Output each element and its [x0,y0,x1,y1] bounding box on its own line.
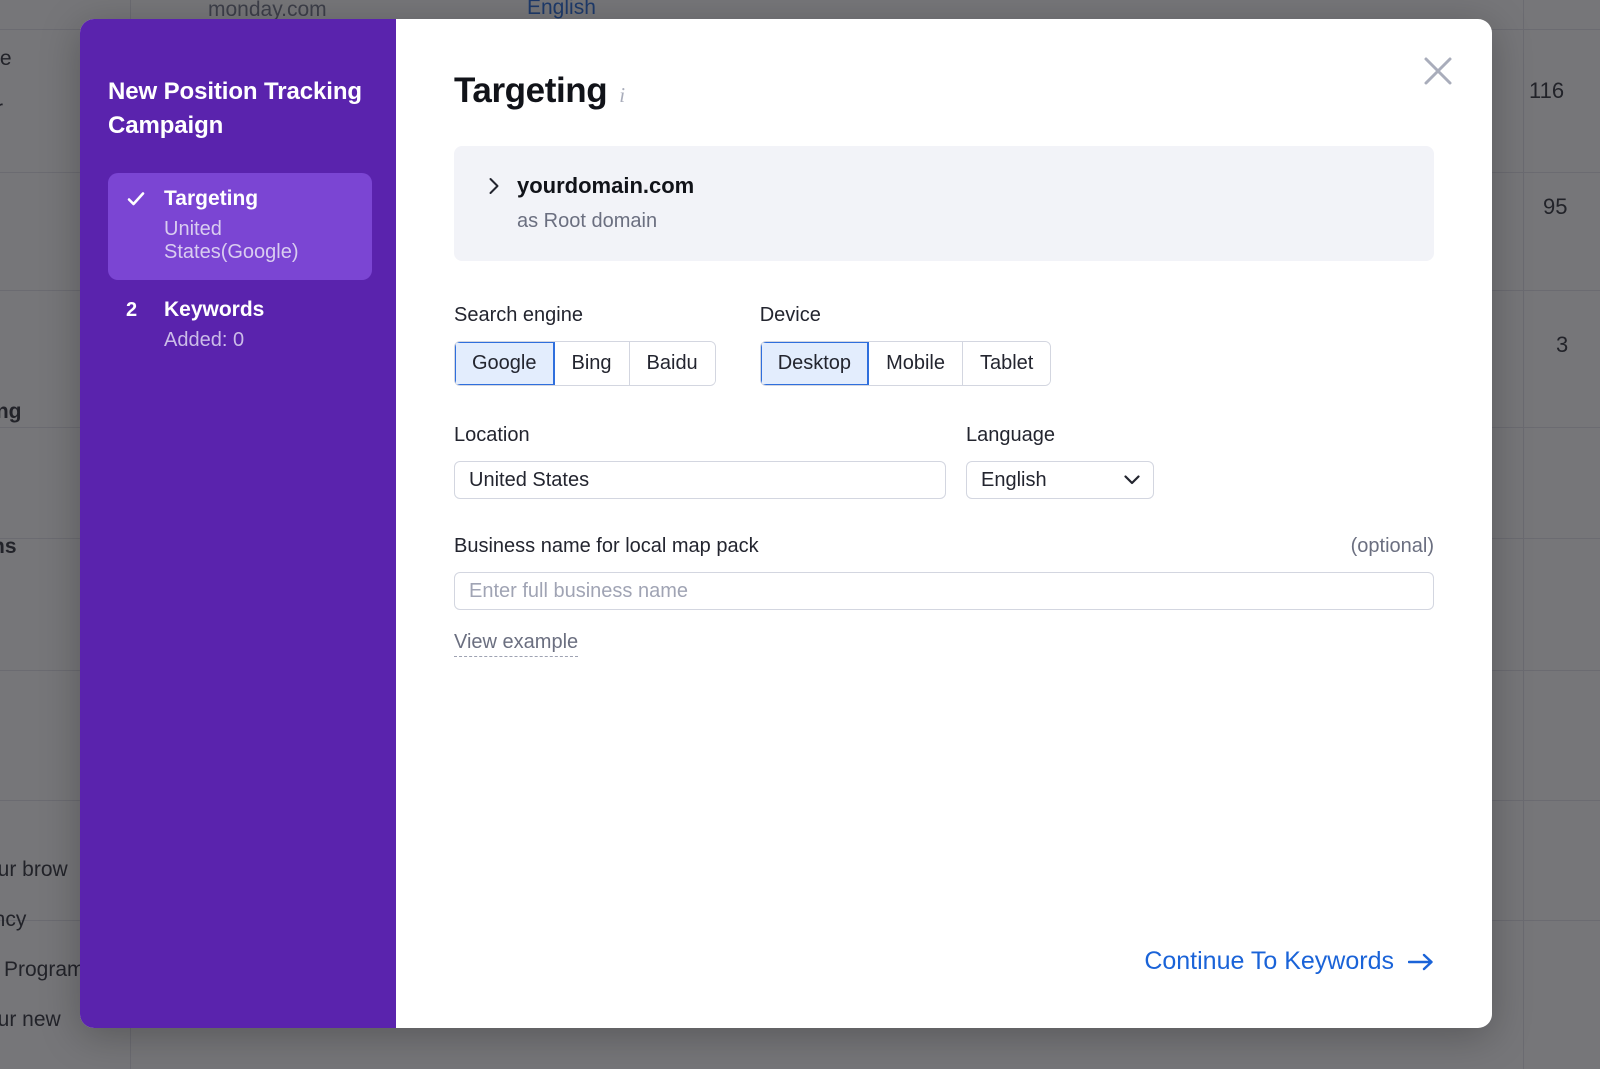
device-option-desktop[interactable]: Desktop [761,342,869,385]
search-engine-device-row: Search engine GoogleBingBaidu Device Des… [454,304,1434,386]
language-select-wrap [966,461,1154,499]
search-engine-group: Search engine GoogleBingBaidu [454,304,716,386]
device-group: Device DesktopMobileTablet [760,304,1052,386]
business-name-label: Business name for local map pack [454,535,759,558]
new-position-tracking-campaign-modal: New Position Tracking Campaign Targeting… [80,19,1492,1028]
step-number-badge: 2 [126,300,148,320]
sidebar-step-keywords[interactable]: 2 Keywords Added: 0 [108,284,372,368]
page-title-row: Targeting i [454,71,1434,111]
continue-to-keywords-button[interactable]: Continue To Keywords [1144,947,1434,976]
view-example-link[interactable]: View example [454,631,578,657]
arrow-right-icon [1408,953,1434,971]
language-label: Language [966,424,1154,447]
domain-card[interactable]: yourdomain.com as Root domain [454,146,1434,261]
sidebar-step-label-keywords: Keywords [164,298,264,322]
domain-name: yourdomain.com [517,173,694,199]
location-field: Location [454,424,946,499]
search-engine-segmented-control[interactable]: GoogleBingBaidu [454,341,716,386]
device-option-tablet[interactable]: Tablet [963,342,1050,385]
optional-tag: (optional) [1351,535,1434,558]
location-label: Location [454,424,946,447]
device-label: Device [760,304,1052,327]
info-icon[interactable]: i [619,85,625,106]
close-icon [1421,54,1455,88]
modal-content: Targeting i yourdomain.com as Root domai… [396,19,1492,1028]
language-select[interactable] [966,461,1154,499]
search-engine-option-baidu[interactable]: Baidu [630,342,715,385]
step-header: Targeting [126,187,354,211]
business-name-input[interactable] [454,572,1434,610]
step-header: 2 Keywords [126,298,354,322]
wizard-sidebar: New Position Tracking Campaign Targeting… [80,19,396,1028]
campaign-title: New Position Tracking Campaign [108,75,372,143]
search-engine-label: Search engine [454,304,716,327]
language-field: Language [966,424,1154,499]
business-name-label-row: Business name for local map pack (option… [454,535,1434,558]
chevron-right-icon[interactable] [488,177,500,195]
location-language-row: Location Language [454,424,1434,499]
search-engine-option-google[interactable]: Google [455,342,555,385]
page-title: Targeting [454,71,607,111]
close-button[interactable] [1414,47,1462,95]
device-option-mobile[interactable]: Mobile [869,342,963,385]
domain-scope-label: as Root domain [488,210,1434,233]
sidebar-step-targeting[interactable]: Targeting United States(Google) [108,173,372,280]
location-input[interactable] [454,461,946,499]
device-segmented-control[interactable]: DesktopMobileTablet [760,341,1052,386]
check-icon [126,189,148,209]
sidebar-step-label-targeting: Targeting [164,187,258,211]
sidebar-step-sub-targeting: United States(Google) [126,218,354,264]
domain-card-header: yourdomain.com [488,173,1434,199]
sidebar-step-sub-keywords: Added: 0 [126,329,354,352]
continue-button-label: Continue To Keywords [1144,947,1394,976]
search-engine-option-bing[interactable]: Bing [555,342,630,385]
